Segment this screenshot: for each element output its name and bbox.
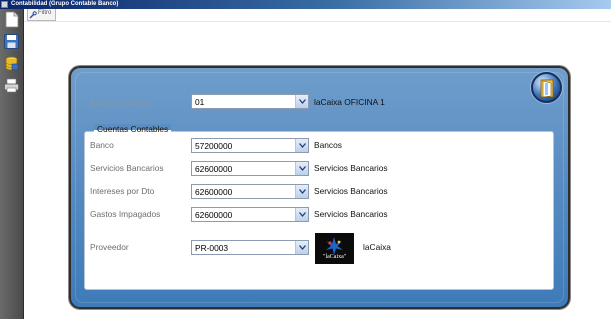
workspace-divider — [24, 21, 611, 22]
chevron-down-icon — [299, 143, 306, 148]
dropdown-arrow[interactable] — [295, 185, 308, 198]
printer-icon — [4, 78, 19, 93]
floppy-disk-icon — [4, 34, 19, 49]
chevron-down-icon — [299, 99, 306, 104]
intereses-por-dto-select[interactable]: 62600000 — [191, 184, 309, 199]
left-toolbar — [0, 9, 24, 319]
banco-empresa-label: Banco Empresa — [90, 97, 150, 107]
dropdown-arrow[interactable] — [295, 241, 308, 254]
banco-empresa-select[interactable]: 01 — [191, 94, 309, 109]
proveedor-value: PR-0003 — [195, 243, 229, 253]
exit-button[interactable] — [531, 72, 562, 103]
window-title: Contabilidad (Grupo Contable Banco) — [11, 1, 119, 7]
proveedor-select[interactable]: PR-0003 — [191, 240, 309, 255]
banco-empresa-value: 01 — [195, 97, 205, 107]
row-label-intereses-por-dto: Intereses por Dto — [90, 186, 155, 196]
wrench-icon — [29, 11, 37, 19]
intereses-por-dto-value: 62600000 — [195, 187, 233, 197]
document-icon — [5, 11, 19, 28]
title-bar: Contabilidad (Grupo Contable Banco) — [0, 0, 611, 9]
banco-account-select[interactable]: 57200000 — [191, 138, 309, 153]
tab-label: Filtro — [38, 10, 52, 16]
row-label-servicios-bancarios: Servicios Bancarios — [90, 163, 164, 173]
chevron-down-icon — [299, 245, 306, 250]
row-description-gastos-impagados: Servicios Bancarios — [314, 209, 388, 219]
new-document-button[interactable] — [3, 11, 20, 28]
chevron-down-icon — [299, 212, 306, 217]
proveedor-logo: "laCaixa" — [315, 233, 354, 264]
group-title: Cuentas Contables — [94, 124, 172, 135]
row-label-proveedor: Proveedor — [90, 242, 129, 252]
gastos-impagados-value: 62600000 — [195, 210, 233, 220]
print-button[interactable] — [3, 77, 20, 94]
row-description-intereses-por-dto: Servicios Bancarios — [314, 186, 388, 196]
row-label-banco: Banco — [90, 140, 114, 150]
servicios-bancarios-value: 62600000 — [195, 164, 233, 174]
database-icon — [5, 56, 19, 71]
tab-filtro[interactable]: Filtro — [27, 9, 56, 21]
dropdown-arrow[interactable] — [295, 162, 308, 175]
row-description-proveedor: laCaixa — [363, 242, 391, 252]
servicios-bancarios-select[interactable]: 62600000 — [191, 161, 309, 176]
database-button[interactable] — [3, 55, 20, 72]
chevron-down-icon — [299, 166, 306, 171]
dropdown-arrow[interactable] — [295, 139, 308, 152]
save-button[interactable] — [3, 33, 20, 50]
row-description-servicios-bancarios: Servicios Bancarios — [314, 163, 388, 173]
chevron-down-icon — [299, 189, 306, 194]
dropdown-arrow[interactable] — [295, 95, 308, 108]
app-icon — [1, 1, 8, 8]
logo-wordmark: "laCaixa" — [323, 254, 347, 260]
banco-account-value: 57200000 — [195, 141, 233, 151]
row-description-banco: Bancos — [314, 140, 342, 150]
door-exit-icon — [540, 79, 554, 98]
dropdown-arrow[interactable] — [295, 208, 308, 221]
banco-empresa-description: laCaixa OFICINA 1 — [314, 97, 385, 107]
row-label-gastos-impagados: Gastos Impagados — [90, 209, 161, 219]
gastos-impagados-select[interactable]: 62600000 — [191, 207, 309, 222]
